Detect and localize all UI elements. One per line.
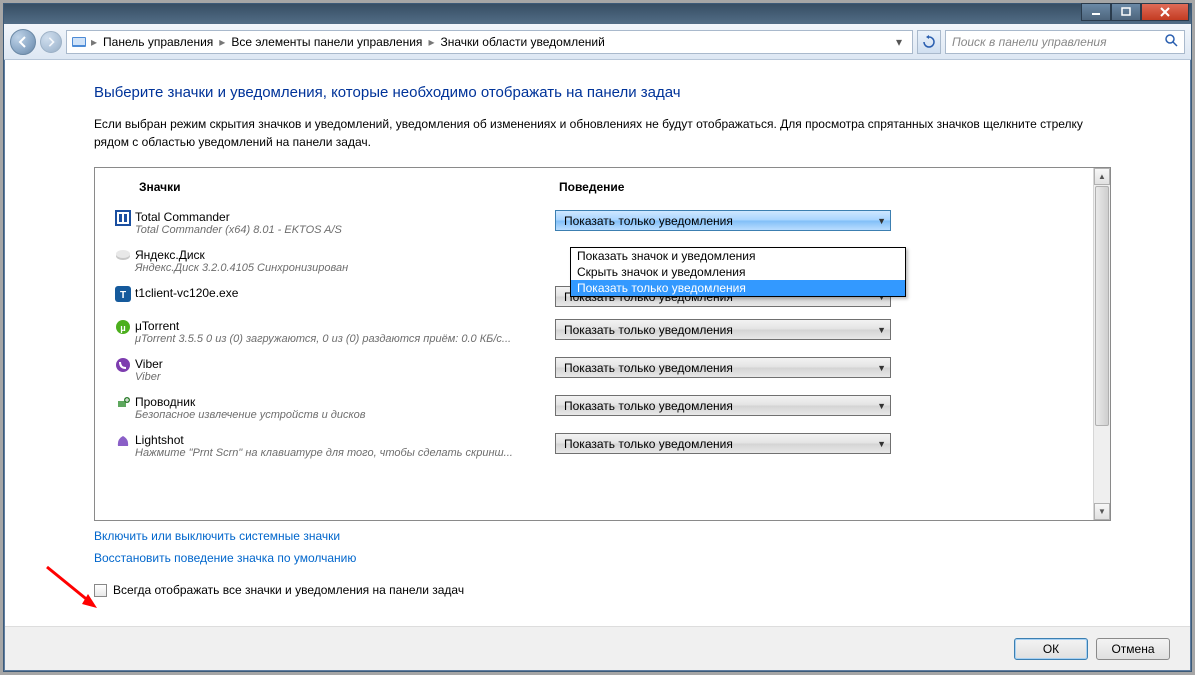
scrollbar[interactable]: ▲ ▼ (1093, 168, 1110, 520)
app-icon-explorer (111, 395, 135, 411)
breadcrumb-seg[interactable]: Панель управления (97, 35, 219, 49)
item-subtitle: Безопасное извлечение устройств и дисков (135, 409, 545, 421)
chevron-down-icon: ▼ (877, 439, 886, 449)
list-item: Lightshot Нажмите "Prnt Scrn" на клавиат… (111, 427, 1086, 465)
control-panel-window: ▸ Панель управления ▸ Все элементы панел… (3, 3, 1192, 672)
forward-button[interactable] (40, 31, 62, 53)
list-item: Проводник Безопасное извлечение устройст… (111, 389, 1086, 427)
scroll-down-button[interactable]: ▼ (1094, 503, 1110, 520)
item-name: t1client-vc120e.exe (135, 286, 545, 300)
behavior-dropdown[interactable]: Показать значок и уведомления Скрыть зна… (570, 247, 906, 297)
navbar: ▸ Панель управления ▸ Все элементы панел… (4, 24, 1191, 60)
checkbox-label: Всегда отображать все значки и уведомлен… (113, 583, 464, 597)
back-button[interactable] (10, 29, 36, 55)
list-item: μ μTorrent μTorrent 3.5.5 0 из (0) загру… (111, 313, 1086, 351)
page-description: Если выбран режим скрытия значков и увед… (94, 115, 1111, 151)
chevron-down-icon: ▼ (877, 401, 886, 411)
list-item: Viber Viber Показать только уведомления … (111, 351, 1086, 389)
cancel-button[interactable]: Отмена (1096, 638, 1170, 660)
combo-value: Показать только уведомления (564, 323, 733, 337)
svg-text:μ: μ (120, 323, 126, 333)
link-restore-defaults[interactable]: Восстановить поведение значка по умолчан… (94, 551, 1111, 565)
behavior-select[interactable]: Показать только уведомления ▼ (555, 319, 891, 340)
item-name: Total Commander (135, 210, 545, 224)
breadcrumb-seg[interactable]: Значки области уведомлений (434, 35, 610, 49)
minimize-button[interactable] (1081, 3, 1111, 21)
app-icon-utorrent: μ (111, 319, 135, 335)
item-subtitle: Total Commander (x64) 8.01 - EKTOS A/S (135, 224, 545, 236)
address-bar[interactable]: ▸ Панель управления ▸ Все элементы панел… (66, 30, 913, 54)
app-icon-totalcommander (111, 210, 135, 226)
item-name: μTorrent (135, 319, 545, 333)
item-subtitle: Нажмите "Prnt Scrn" на клавиатуре для то… (135, 447, 545, 459)
behavior-select[interactable]: Показать только уведомления ▼ (555, 395, 891, 416)
behavior-select[interactable]: Показать только уведомления ▼ (555, 433, 891, 454)
page-title: Выберите значки и уведомления, которые н… (94, 84, 1111, 101)
item-subtitle: Viber (135, 371, 545, 383)
item-name: Проводник (135, 395, 545, 409)
scroll-thumb[interactable] (1095, 186, 1109, 426)
search-placeholder: Поиск в панели управления (952, 35, 1107, 49)
scroll-up-button[interactable]: ▲ (1094, 168, 1110, 185)
svg-text:T: T (120, 290, 126, 301)
breadcrumb-seg[interactable]: Все элементы панели управления (225, 35, 428, 49)
search-input[interactable]: Поиск в панели управления (945, 30, 1185, 54)
dropdown-option-selected[interactable]: Показать только уведомления (571, 280, 905, 296)
dropdown-option[interactable]: Показать значок и уведомления (571, 248, 905, 264)
chevron-down-icon: ▼ (877, 363, 886, 373)
combo-value: Показать только уведомления (564, 361, 733, 375)
icons-list: Значки Поведение Total Commander Total C… (94, 167, 1111, 521)
item-name: Яндекс.Диск (135, 248, 545, 262)
column-header-icons: Значки (139, 180, 559, 194)
chevron-down-icon: ▼ (877, 216, 886, 226)
item-name: Viber (135, 357, 545, 371)
behavior-select[interactable]: Показать только уведомления ▼ (555, 357, 891, 378)
content-area: Выберите значки и уведомления, которые н… (14, 64, 1181, 621)
column-header-behavior: Поведение (559, 180, 624, 194)
maximize-button[interactable] (1111, 3, 1141, 21)
link-system-icons[interactable]: Включить или выключить системные значки (94, 529, 1111, 543)
checkbox[interactable] (94, 584, 107, 597)
always-show-checkbox-row[interactable]: Всегда отображать все значки и уведомлен… (94, 583, 1111, 597)
titlebar[interactable] (4, 4, 1191, 24)
address-dropdown[interactable]: ▾ (890, 35, 908, 49)
search-icon (1164, 33, 1178, 50)
control-panel-icon (71, 34, 87, 50)
ok-button[interactable]: ОК (1014, 638, 1088, 660)
behavior-select[interactable]: Показать только уведомления ▼ (555, 210, 891, 231)
item-subtitle: μTorrent 3.5.5 0 из (0) загружаются, 0 и… (135, 333, 545, 345)
footer: ОК Отмена (5, 626, 1190, 670)
app-icon-lightshot (111, 433, 135, 449)
combo-value: Показать только уведомления (564, 214, 733, 228)
list-item: Total Commander Total Commander (x64) 8.… (111, 204, 1086, 242)
refresh-button[interactable] (917, 30, 941, 54)
chevron-down-icon: ▼ (877, 325, 886, 335)
app-icon-t1client: T (111, 286, 135, 302)
dropdown-option[interactable]: Скрыть значок и уведомления (571, 264, 905, 280)
app-icon-viber (111, 357, 135, 373)
app-icon-yandexdisk (111, 248, 135, 264)
item-subtitle: Яндекс.Диск 3.2.0.4105 Синхронизирован (135, 262, 545, 274)
item-name: Lightshot (135, 433, 545, 447)
combo-value: Показать только уведомления (564, 437, 733, 451)
combo-value: Показать только уведомления (564, 399, 733, 413)
close-button[interactable] (1141, 3, 1189, 21)
